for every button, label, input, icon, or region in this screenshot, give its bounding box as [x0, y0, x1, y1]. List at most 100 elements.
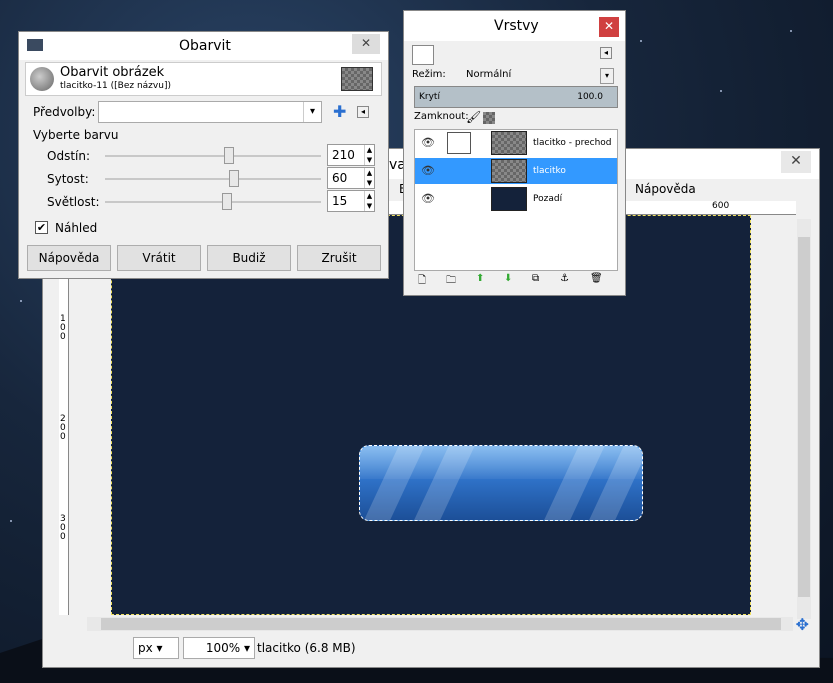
saturation-label: Sytost: — [47, 172, 89, 186]
brush-lock-icon[interactable]: 🖌 — [466, 110, 481, 124]
layer-toolbar: 🗋 🗀 ⬆ ⬇ ⧉ ⚓ 🗑 — [414, 273, 618, 289]
hue-slider[interactable] — [105, 147, 321, 164]
menu-item-help[interactable]: Nápověda — [635, 182, 696, 196]
eye-icon[interactable]: 👁 — [421, 136, 439, 149]
lightness-spin[interactable]: 15 ▲ ▼ — [327, 190, 375, 212]
spin-arrows-icon[interactable]: ▲ ▼ — [364, 168, 374, 188]
opacity-label: Krytí — [419, 92, 440, 102]
slider-handle[interactable] — [222, 193, 233, 210]
layer-row[interactable]: 👁 Pozadí — [415, 186, 617, 212]
close-button[interactable]: ✕ — [352, 34, 380, 54]
close-button[interactable]: ✕ — [781, 151, 811, 173]
star — [790, 30, 792, 32]
ruler-label-600: 600 — [712, 201, 730, 211]
layer-row-selected[interactable]: 👁 tlacitko — [415, 158, 617, 184]
alpha-lock-icon[interactable] — [483, 111, 496, 124]
presets-label: Předvolby: — [33, 105, 96, 119]
opacity-slider[interactable]: Krytí 100.0 — [414, 86, 618, 108]
star — [640, 40, 642, 42]
system-menu-icon[interactable] — [27, 39, 43, 51]
star — [10, 520, 12, 522]
layer-thumbnail — [491, 131, 527, 155]
dialog-header: Obarvit obrázek tlacitko-11 ([Bez názvu]… — [25, 62, 382, 96]
zoom-value: 100% — [205, 641, 241, 655]
layer-list[interactable]: 👁 tlacitko - prechod 👁 tlacitko 👁 Pozadí — [414, 129, 618, 271]
unit-value: px — [138, 641, 153, 655]
eye-icon[interactable]: 👁 — [421, 192, 439, 205]
layer-name[interactable]: tlacitko — [533, 166, 566, 176]
spin-arrows-icon[interactable]: ▲ ▼ — [364, 191, 374, 211]
dialog-titlebar: Obarvit ✕ — [19, 32, 388, 60]
chevron-down-icon[interactable]: ▾ — [600, 68, 614, 84]
hue-value: 210 — [332, 148, 355, 162]
dialog-title: Vrstvy — [494, 18, 539, 34]
preview-checkbox[interactable]: ✔ — [35, 221, 48, 234]
reset-button[interactable]: Vrátit — [117, 245, 201, 271]
hue-label: Odstín: — [47, 149, 91, 163]
tab-menu-icon[interactable]: ◂ — [600, 47, 612, 59]
lock-icons[interactable]: 🖌 — [466, 110, 496, 124]
help-button[interactable]: Nápověda — [27, 245, 111, 271]
zoom-select[interactable]: 100% ▾ — [183, 637, 255, 659]
anchor-icon[interactable]: ⚓ — [560, 273, 569, 284]
ruler-label: 1 0 0 — [60, 314, 66, 342]
unit-select[interactable]: px ▾ — [133, 637, 179, 659]
layers-tab-icon[interactable] — [412, 45, 434, 65]
presets-combo[interactable]: ▾ — [98, 101, 322, 123]
colorize-dialog: Obarvit ✕ Obarvit obrázek tlacitko-11 ([… — [18, 31, 389, 279]
opacity-value: 100.0 — [577, 92, 603, 102]
mode-label: Režim: — [412, 69, 446, 80]
layer-name[interactable]: tlacitko - prechod — [533, 138, 612, 148]
chevron-down-icon: ▾ — [303, 102, 321, 122]
saturation-slider[interactable] — [105, 170, 321, 187]
lightness-value: 15 — [332, 194, 348, 208]
cancel-button[interactable]: Zrušit — [297, 245, 381, 271]
statusbar: px ▾ 100% ▾ tlacitko (6.8 MB) — [43, 633, 819, 667]
dialog-title: Obarvit — [179, 38, 231, 54]
layer-row[interactable]: 👁 tlacitko - prechod — [415, 130, 617, 156]
colorize-icon — [30, 67, 54, 91]
add-preset-icon[interactable]: ✚ — [333, 102, 346, 121]
ok-button[interactable]: Budiž — [207, 245, 291, 271]
slider-handle[interactable] — [224, 147, 235, 164]
layer-thumbnail — [491, 159, 527, 183]
saturation-value: 60 — [332, 171, 348, 185]
close-button[interactable]: ✕ — [599, 17, 619, 37]
star — [720, 90, 722, 92]
ruler-label: 2 0 0 — [60, 414, 66, 442]
slider-handle[interactable] — [228, 170, 239, 187]
layer-thumbnail — [341, 67, 373, 91]
duplicate-layer-icon[interactable]: ⧉ — [532, 273, 539, 284]
layer-name[interactable]: Pozadí — [533, 194, 562, 204]
saturation-spin[interactable]: 60 ▲ ▼ — [327, 167, 375, 189]
preview-label[interactable]: Náhled — [55, 221, 97, 235]
new-group-icon[interactable]: 🗀 — [446, 273, 456, 290]
lower-layer-icon[interactable]: ⬇ — [504, 273, 512, 284]
hue-spin[interactable]: 210 ▲ ▼ — [327, 144, 375, 166]
section-label: Vyberte barvu — [33, 128, 119, 142]
header-title: Obarvit obrázek — [60, 65, 165, 80]
navigate-icon[interactable]: ✥ — [796, 615, 809, 634]
eye-icon[interactable]: 👁 — [421, 164, 439, 177]
preset-menu-icon[interactable]: ◂ — [357, 106, 369, 118]
header-subtitle: tlacitko-11 ([Bez názvu]) — [60, 81, 171, 91]
ruler-label: 3 0 0 — [60, 514, 66, 542]
new-layer-icon[interactable]: 🗋 — [418, 273, 426, 290]
scroll-thumb[interactable] — [101, 618, 781, 630]
raise-layer-icon[interactable]: ⬆ — [476, 273, 484, 284]
mode-value[interactable]: Normální — [466, 69, 511, 80]
lock-label: Zamknout: — [414, 111, 469, 122]
layer-mask-thumbnail[interactable] — [447, 132, 471, 154]
lightness-label: Světlost: — [47, 195, 100, 209]
star — [20, 300, 22, 302]
scroll-thumb[interactable] — [798, 237, 810, 597]
layers-dialog: Vrstvy ✕ ◂ Režim: Normální ▾ Krytí 100.0… — [403, 10, 626, 296]
glossy-button-layer — [359, 445, 643, 521]
layer-thumbnail — [491, 187, 527, 211]
horizontal-scrollbar[interactable] — [87, 617, 793, 631]
spin-arrows-icon[interactable]: ▲ ▼ — [364, 145, 374, 165]
vertical-scrollbar[interactable] — [797, 219, 811, 619]
lightness-slider[interactable] — [105, 193, 321, 210]
status-text: tlacitko (6.8 MB) — [257, 641, 356, 655]
delete-layer-icon[interactable]: 🗑 — [590, 273, 603, 284]
